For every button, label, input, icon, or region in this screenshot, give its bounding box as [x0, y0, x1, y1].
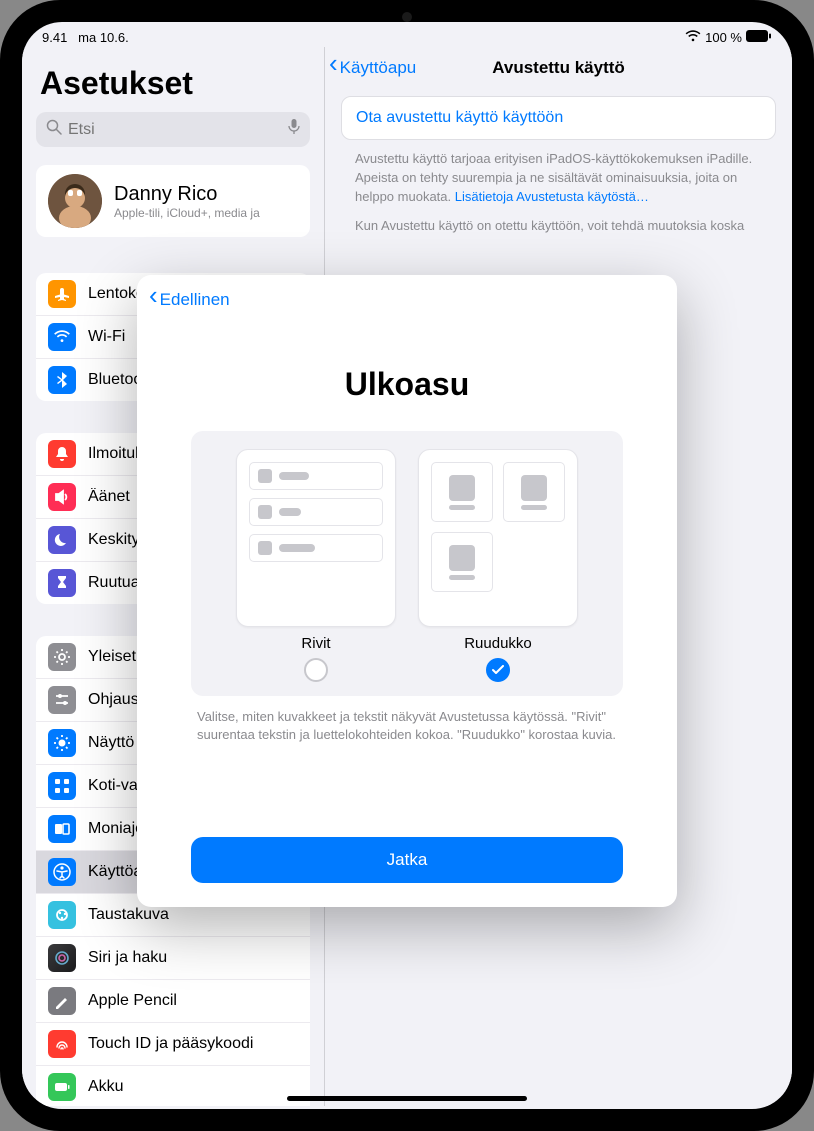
grid-radio[interactable]: [486, 658, 510, 682]
sidebar-item-label: Yleiset: [88, 648, 136, 666]
gear-icon: [48, 643, 76, 671]
appearance-modal: Edellinen Ulkoasu Rivit: [137, 275, 677, 907]
wallpaper-icon: [48, 901, 76, 929]
detail-body: Ota avustettu käyttö käyttöön Avustettu …: [325, 86, 792, 245]
sliders-icon: [48, 686, 76, 714]
sun-icon: [48, 729, 76, 757]
wifi-icon: [48, 323, 76, 351]
accessibility-icon: [48, 858, 76, 886]
chevron-left-icon: [329, 57, 338, 78]
enable-assistive-access-button[interactable]: Ota avustettu käyttö käyttöön: [341, 96, 776, 140]
rows-preview: [236, 449, 396, 627]
pencil-icon: [48, 987, 76, 1015]
search-input[interactable]: [68, 121, 282, 139]
rows-label: Rivit: [301, 635, 330, 652]
clock: 9.41: [42, 30, 67, 45]
layout-helper-text: Valitse, miten kuvakkeet ja tekstit näky…: [137, 696, 677, 744]
status-right: 100 %: [685, 30, 772, 45]
speaker-icon: [48, 483, 76, 511]
chevron-left-icon: [149, 289, 158, 310]
apple-account-row[interactable]: Danny Rico Apple-tili, iCloud+, media ja: [36, 165, 310, 237]
sidebar-item-siri[interactable]: Siri ja haku: [36, 937, 310, 980]
siri-icon: [48, 944, 76, 972]
battery-icon: [48, 1073, 76, 1101]
sidebar-item-pencil[interactable]: Apple Pencil: [36, 980, 310, 1023]
user-info: Danny Rico Apple-tili, iCloud+, media ja: [114, 183, 260, 220]
rows-radio[interactable]: [304, 658, 328, 682]
bluetooth-icon: [48, 366, 76, 394]
sidebar-item-label: Akku: [88, 1078, 124, 1096]
moon-icon: [48, 526, 76, 554]
date: ma 10.6.: [78, 30, 129, 45]
grid-label: Ruudukko: [464, 635, 532, 652]
touchid-icon: [48, 1030, 76, 1058]
screen: 9.41 ma 10.6. 100 % Asetukset: [22, 22, 792, 1109]
sidebar-item-label: Keskity: [88, 531, 140, 549]
layout-option-grid[interactable]: Ruudukko: [418, 449, 578, 682]
sidebar-item-label: Äänet: [88, 488, 130, 506]
battery-pct: 100 %: [705, 30, 742, 45]
modal-back-button[interactable]: Edellinen: [137, 289, 677, 310]
user-name: Danny Rico: [114, 183, 260, 206]
sidebar-item-label: Apple Pencil: [88, 992, 177, 1010]
detail-back-label: Käyttöapu: [340, 58, 417, 78]
battery-icon: [746, 30, 772, 45]
grid-preview: [418, 449, 578, 627]
sidebar-item-label: Siri ja haku: [88, 949, 167, 967]
detail-nav: Käyttöapu Avustettu käyttö: [325, 53, 792, 86]
sidebar-item-battery[interactable]: Akku: [36, 1066, 310, 1106]
search-icon: [46, 119, 62, 140]
avatar: [48, 174, 102, 228]
user-subtitle: Apple-tili, iCloud+, media ja: [114, 206, 260, 220]
home-indicator[interactable]: [287, 1096, 527, 1101]
learn-more-link[interactable]: Lisätietoja Avustetusta käytöstä…: [455, 189, 649, 204]
sidebar-item-touchid[interactable]: Touch ID ja pääsykoodi: [36, 1023, 310, 1066]
bell-icon: [48, 440, 76, 468]
wifi-icon: [685, 30, 701, 45]
layout-choice-panel: Rivit Ruudukko: [191, 431, 623, 696]
layout-option-rows[interactable]: Rivit: [236, 449, 396, 682]
continue-button[interactable]: Jatka: [191, 837, 623, 883]
grid-icon: [48, 772, 76, 800]
status-left: 9.41 ma 10.6.: [42, 30, 129, 45]
modal-back-label: Edellinen: [160, 290, 230, 310]
sidebar-item-label: Taustakuva: [88, 906, 169, 924]
detail-back-button[interactable]: Käyttöapu: [329, 57, 416, 78]
status-bar: 9.41 ma 10.6. 100 %: [22, 22, 792, 47]
multitask-icon: [48, 815, 76, 843]
ipad-device-frame: 9.41 ma 10.6. 100 % Asetukset: [0, 0, 814, 1131]
sidebar-item-label: Wi-Fi: [88, 328, 125, 346]
hourglass-icon: [48, 569, 76, 597]
search-field[interactable]: [36, 112, 310, 147]
detail-description: Avustettu käyttö tarjoaa erityisen iPadO…: [341, 140, 776, 207]
mic-icon[interactable]: [288, 119, 300, 140]
front-camera: [402, 12, 412, 22]
detail-title: Avustettu käyttö: [492, 58, 625, 78]
modal-title: Ulkoasu: [137, 366, 677, 403]
sidebar-title: Asetukset: [40, 65, 310, 102]
sidebar-item-label: Touch ID ja pääsykoodi: [88, 1035, 253, 1053]
airplane-icon: [48, 280, 76, 308]
detail-description-2: Kun Avustettu käyttö on otettu käyttöön,…: [341, 207, 776, 236]
